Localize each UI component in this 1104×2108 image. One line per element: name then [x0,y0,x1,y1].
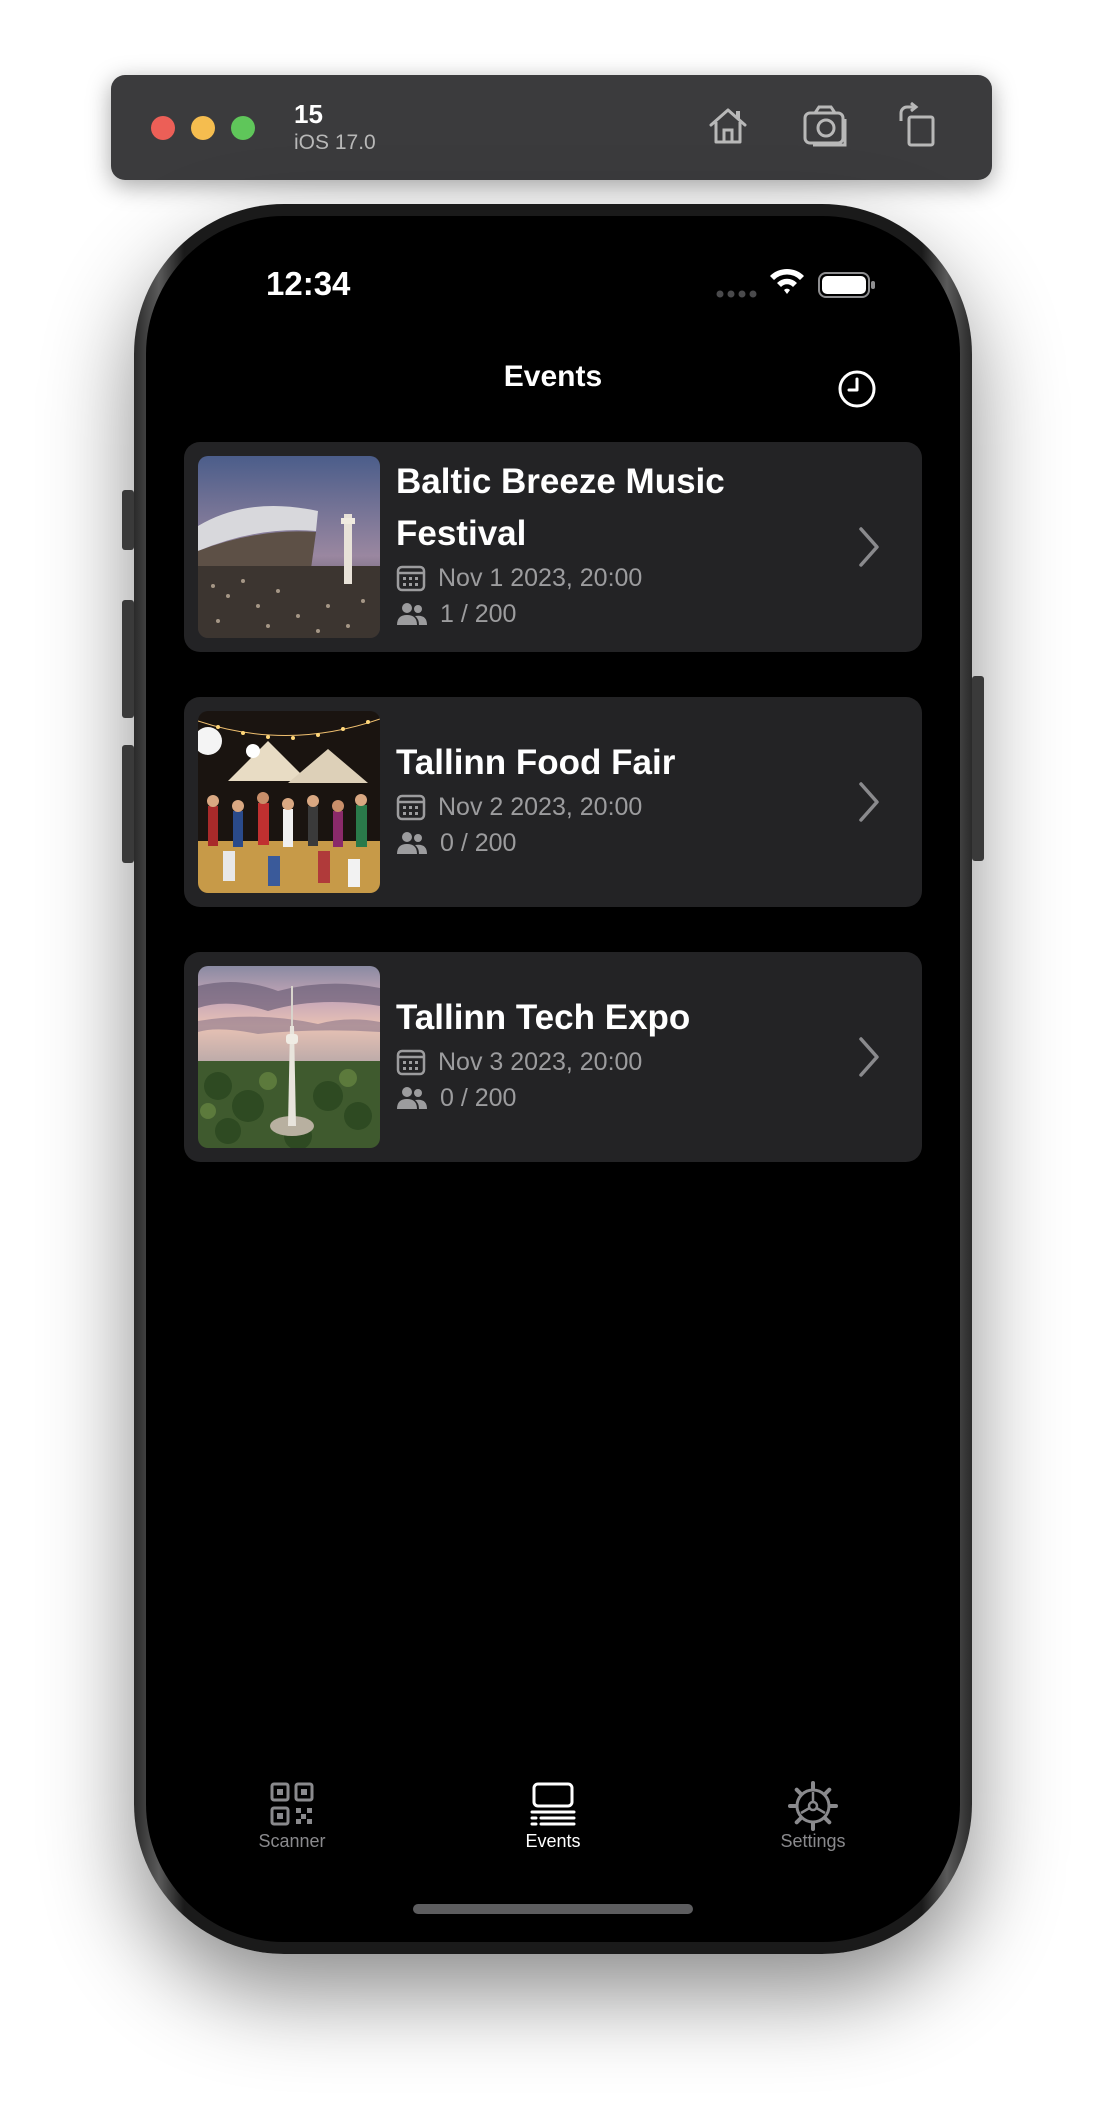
event-title: Tallinn Food Fair [396,743,676,782]
zoom-window-button[interactable] [231,116,255,140]
history-icon[interactable] [836,368,878,410]
event-card[interactable]: Tallinn Food Fair Nov 2 2023, 20:00 0 / … [184,697,922,907]
close-window-button[interactable] [151,116,175,140]
rotate-icon[interactable] [893,101,943,151]
simulator-os-version: iOS 17.0 [294,131,376,154]
event-date: Nov 3 2023, 20:00 [438,1047,643,1076]
silent-switch [122,490,134,550]
event-image [198,711,380,893]
screenshot-icon[interactable] [801,101,851,151]
tab-label: Settings [780,1831,846,1851]
event-title: Baltic Breeze Music Festival [396,462,725,553]
event-date-row: Nov 2 2023, 20:00 [396,789,836,825]
simulator-toolbar: 15 iOS 17.0 [111,75,992,180]
chevron-right-icon [859,527,879,567]
simulator-device-name: 15 [294,99,323,129]
event-date: Nov 1 2023, 20:00 [438,563,643,592]
event-attendance-row: 1 / 200 [396,596,836,632]
event-card[interactable]: Baltic Breeze Music Festival Nov 1 2023,… [184,442,922,652]
tab-settings[interactable]: Settings [723,1781,903,1871]
event-image [198,456,380,638]
tab-label: Events [525,1831,581,1851]
status-time: 12:34 [266,265,351,302]
volume-down-button [122,745,134,863]
tab-label: Scanner [258,1831,326,1851]
calendar-icon [396,565,426,592]
people-icon [397,603,427,625]
tab-scanner[interactable]: Scanner [202,1781,382,1871]
phone-screen: 12:34 Events Baltic Breeze Music Festiva… [146,216,960,1942]
calendar-icon [396,794,426,821]
chevron-right-icon [859,1037,879,1077]
minimize-window-button[interactable] [191,116,215,140]
wifi-icon [770,268,804,294]
event-attendance-row: 0 / 200 [396,1080,836,1116]
power-button [972,676,984,861]
people-icon [397,832,427,854]
event-image [198,966,380,1148]
qr-code-icon [270,1782,314,1826]
event-attendance: 0 / 200 [440,828,517,857]
event-attendance-row: 0 / 200 [396,825,836,861]
battery-icon [818,272,875,298]
home-indicator[interactable] [413,1904,693,1914]
list-icon [530,1782,576,1826]
event-date: Nov 2 2023, 20:00 [438,792,643,821]
calendar-icon [396,1049,426,1076]
chevron-right-icon [859,782,879,822]
gear-icon [788,1781,838,1831]
tab-events[interactable]: Events [463,1781,643,1871]
event-date-row: Nov 3 2023, 20:00 [396,1044,836,1080]
event-date-row: Nov 1 2023, 20:00 [396,560,836,596]
event-attendance: 0 / 200 [440,1083,517,1112]
event-card[interactable]: Tallinn Tech Expo Nov 3 2023, 20:00 0 / … [184,952,922,1162]
people-icon [397,1087,427,1109]
event-title: Tallinn Tech Expo [396,998,691,1037]
home-icon[interactable] [703,101,753,151]
event-attendance: 1 / 200 [440,599,517,628]
volume-up-button [122,600,134,718]
cellular-signal-icon [716,290,757,298]
